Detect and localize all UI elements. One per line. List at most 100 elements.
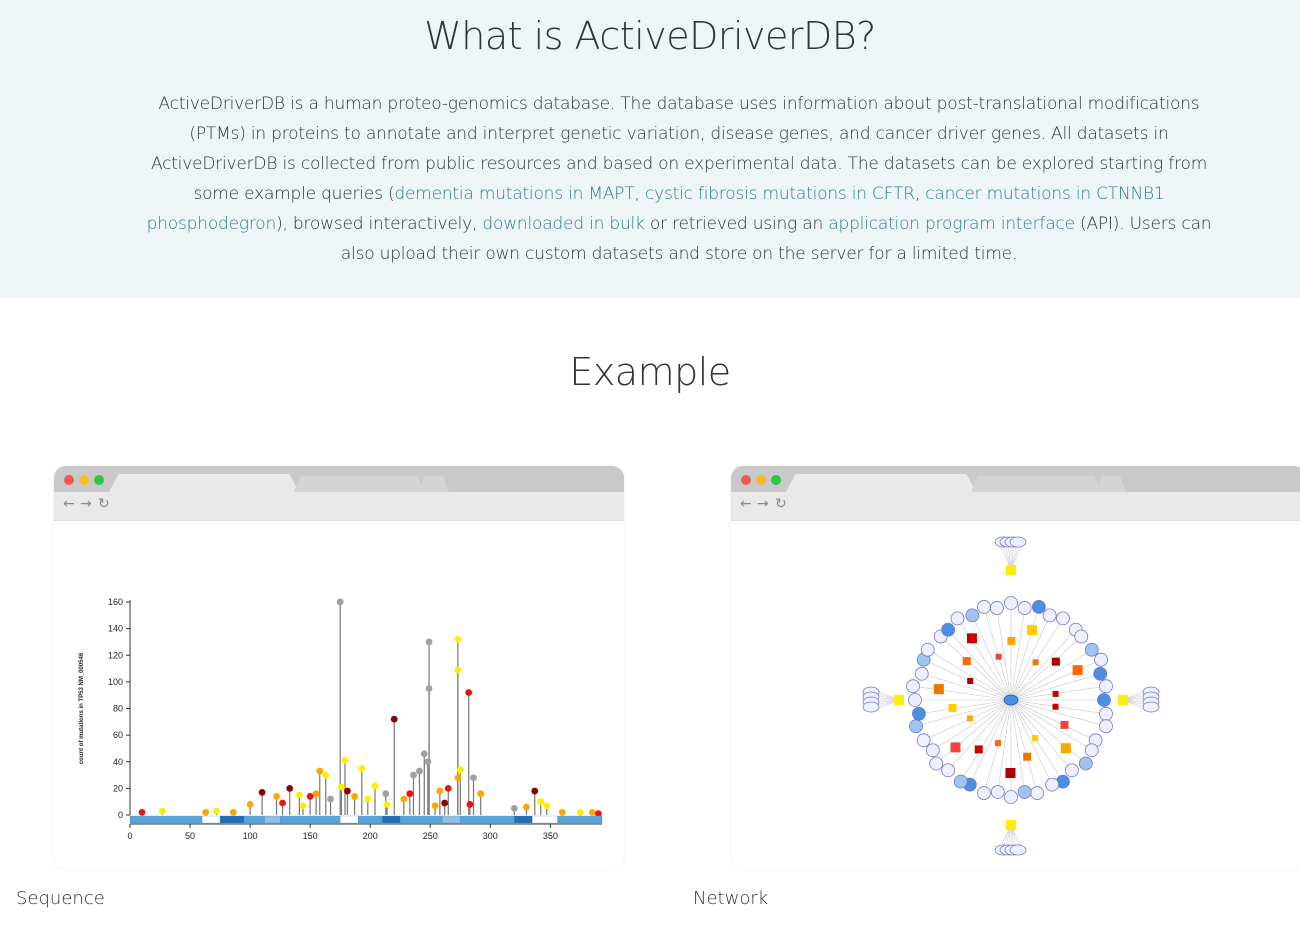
site-node	[933, 684, 944, 695]
close-dot-icon	[741, 475, 751, 485]
domain-segment	[382, 815, 401, 824]
y-tick-label: 40	[113, 757, 123, 767]
protein-node	[1099, 679, 1113, 694]
needle-head	[341, 757, 349, 764]
sequence-preview[interactable]: ← → ↻ count of mutations in TP53 NM_0005…	[54, 466, 624, 870]
site-node	[1051, 657, 1060, 666]
needle-head	[295, 791, 303, 799]
intro-sep-2: ,	[914, 184, 926, 204]
intro-text-3: or retrieved using an	[644, 214, 829, 234]
reload-icon: ↻	[98, 496, 110, 512]
network-edge	[915, 699, 1012, 727]
needle-head	[159, 807, 166, 815]
domain-segment	[514, 815, 533, 824]
needle-head	[424, 758, 432, 766]
domain-segment	[557, 815, 603, 824]
center-protein-node	[1003, 694, 1019, 706]
protein-node	[1042, 608, 1057, 623]
protein-node	[1078, 756, 1093, 771]
caption-sequence[interactable]: Sequence	[16, 888, 105, 909]
needle-head	[229, 808, 237, 816]
protein-node	[909, 719, 923, 734]
close-dot-icon	[64, 475, 74, 485]
needle-head	[390, 715, 398, 723]
needle-head	[576, 808, 584, 816]
browser-tab-active	[786, 474, 976, 492]
site-node	[966, 633, 977, 644]
needle-head	[322, 771, 330, 779]
site-node	[962, 657, 971, 666]
needle-head	[531, 787, 539, 795]
browser-nav-bar: ← → ↻	[731, 492, 1300, 521]
protein-node	[990, 601, 1004, 615]
x-tick-label: 350	[543, 831, 558, 841]
needle-head	[336, 598, 344, 606]
needle-head	[312, 790, 320, 798]
needle-head	[431, 802, 439, 810]
needle-head	[213, 807, 220, 815]
y-tick-label: 160	[108, 597, 123, 607]
protein-node	[1045, 777, 1060, 792]
forward-arrow-icon: →	[757, 496, 769, 512]
needle-head	[466, 800, 474, 808]
back-arrow-icon: ←	[740, 496, 752, 512]
x-tick-label: 0	[127, 831, 132, 841]
link-dementia-mutations[interactable]: dementia mutations in MAPT	[394, 184, 634, 204]
caption-network[interactable]: Network	[693, 888, 768, 909]
x-tick-label: 50	[185, 831, 195, 841]
site-node	[1052, 703, 1059, 710]
protein-node	[1031, 600, 1046, 614]
link-api[interactable]: application program interface	[828, 214, 1075, 234]
protein-node	[1056, 611, 1070, 626]
link-downloaded-in-bulk[interactable]: downloaded in bulk	[482, 214, 644, 234]
domain-segment	[400, 815, 443, 824]
y-tick-label: 120	[108, 650, 123, 660]
needle-head	[510, 804, 518, 812]
site-node	[1060, 720, 1069, 729]
site-node	[1023, 752, 1032, 761]
site-node	[1005, 767, 1016, 778]
intro-title: What is ActiveDriverDB?	[424, 14, 876, 58]
protein-node	[1099, 706, 1113, 721]
needle-head	[441, 799, 449, 807]
y-tick-label: 20	[113, 783, 123, 793]
protein-node	[1097, 693, 1111, 707]
site-node	[950, 742, 961, 753]
protein-node	[990, 785, 1005, 799]
intro-paragraph: ActiveDriverDB is a human proteo-genomic…	[140, 89, 1218, 269]
browser-tab-inactive	[294, 476, 424, 492]
protein-node	[908, 693, 922, 707]
network-edge	[1010, 636, 1082, 701]
protein-node	[1009, 536, 1027, 548]
protein-node	[1017, 785, 1032, 799]
browser-nav-bar: ← → ↻	[54, 492, 624, 521]
protein-node	[912, 706, 926, 721]
needle-head	[454, 666, 462, 674]
protein-node	[916, 733, 931, 748]
protein-node	[977, 600, 991, 614]
browser-tab-active	[109, 474, 299, 492]
network-edge	[1010, 606, 1040, 701]
domain-segment	[264, 815, 281, 824]
domain-segment	[129, 815, 203, 824]
browser-tab-bar	[54, 466, 624, 492]
network-preview[interactable]: ← → ↻	[731, 466, 1300, 870]
protein-node	[914, 666, 929, 681]
y-tick-label: 140	[108, 624, 123, 634]
domain-segment	[279, 815, 341, 824]
needle-head	[400, 795, 408, 803]
needle-head	[406, 790, 414, 798]
protein-node	[1004, 596, 1018, 610]
network-edge	[972, 615, 1012, 701]
domain-segment	[442, 815, 461, 824]
needle-head	[383, 800, 391, 808]
needle-head	[436, 787, 444, 795]
link-cystic-fibrosis-mutations[interactable]: cystic fibrosis mutations in CFTR	[645, 184, 915, 204]
needle-head	[382, 790, 390, 798]
needle-head	[537, 798, 545, 806]
needle-head	[470, 774, 477, 782]
needle-head	[522, 803, 530, 811]
protein-node	[1094, 652, 1108, 667]
site-node	[1032, 659, 1039, 666]
needle-head	[258, 788, 266, 796]
